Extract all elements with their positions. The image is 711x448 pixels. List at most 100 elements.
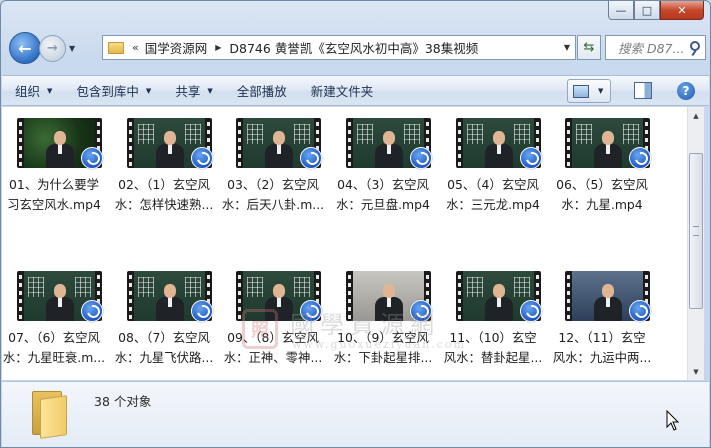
organize-label: 组织: [15, 84, 41, 99]
file-name-line: 08、（7）玄空风: [118, 330, 210, 345]
close-button[interactable]: ✕: [660, 1, 704, 20]
file-name-line: 11、（10）玄空: [449, 330, 537, 345]
minimize-icon: —: [615, 3, 627, 17]
search-icon[interactable]: [690, 41, 700, 51]
file-name-line: 02、（1）玄空风: [118, 177, 210, 192]
file-name: 05、（4）玄空风 水：三元龙.mp4: [441, 175, 545, 215]
scroll-down-icon[interactable]: ▼: [688, 363, 704, 380]
file-name: 01、为什么要学 习玄空风水.mp4: [2, 175, 106, 215]
file-name-line: 水：三元龙.mp4: [446, 197, 540, 212]
file-name-line: 水：下卦起星排...: [333, 350, 433, 365]
media-player-icon: [629, 147, 651, 169]
share-label: 共享: [175, 84, 201, 99]
address-overflow-chevron[interactable]: «: [132, 41, 139, 54]
file-name-line: 水：九星飞伏路...: [114, 350, 214, 365]
file-name: 10、（9）玄空风 水：下卦起星排...: [331, 328, 435, 368]
details-pane: 38 个对象: [2, 381, 709, 447]
file-item[interactable]: 03、（2）玄空风 水：后天八卦.m...: [221, 107, 325, 231]
folder-icon: [32, 391, 68, 439]
file-name-line: 水：元旦盘.mp4: [336, 197, 430, 212]
address-dropdown-icon[interactable]: ▼: [564, 43, 570, 52]
chevron-down-icon[interactable]: ▼: [598, 87, 603, 95]
file-name-line: 水：怎样快速熟...: [114, 197, 214, 212]
file-item[interactable]: 12、（11）玄空 风水：九运中两...: [550, 260, 654, 380]
file-name-line: 04、（3）玄空风: [337, 177, 429, 192]
scroll-up-icon[interactable]: ▲: [688, 107, 704, 124]
file-item[interactable]: 09、（8）玄空风 水：正神、零神...: [221, 260, 325, 380]
organize-menu[interactable]: 组织 ▼: [2, 76, 63, 105]
media-player-icon: [191, 300, 213, 322]
breadcrumb-item[interactable]: D8746 黄誉凯《玄空风水初中高》38集视频: [229, 38, 478, 57]
media-player-icon: [191, 147, 213, 169]
recent-pages-dropdown[interactable]: ▼: [69, 44, 81, 53]
maximize-button[interactable]: □: [634, 1, 660, 20]
media-player-icon: [300, 300, 322, 322]
refresh-icon: ⇆: [583, 40, 595, 55]
new-folder-label: 新建文件夹: [310, 84, 374, 99]
include-in-library-label: 包含到库中: [76, 84, 139, 99]
file-item[interactable]: 06、（5）玄空风 水：九星.mp4: [550, 107, 654, 231]
search-input[interactable]: 搜索 D87...: [605, 35, 706, 60]
breadcrumb-arrow-icon[interactable]: ▶: [215, 43, 221, 52]
media-player-icon: [629, 300, 651, 322]
explorer-window: — □ ✕ ← → ▼ « 国学资源网 ▶ D8746 黄誉凯《玄空风水初中高》…: [0, 0, 711, 448]
forward-button[interactable]: →: [39, 34, 66, 62]
navigation-bar: ← → ▼ « 国学资源网 ▶ D8746 黄誉凯《玄空风水初中高》38集视频 …: [9, 31, 706, 65]
view-icon: [573, 84, 589, 98]
forward-arrow-icon: →: [47, 40, 58, 56]
file-name-line: 水：九星.mp4: [561, 197, 643, 212]
file-name-line: 习玄空风水.mp4: [7, 197, 101, 212]
breadcrumb-item[interactable]: 国学资源网: [145, 38, 208, 57]
file-item[interactable]: 02、（1）玄空风 水：怎样快速熟...: [112, 107, 216, 231]
scrollbar-thumb[interactable]: [689, 153, 703, 309]
file-item[interactable]: 07、（6）玄空风 水：九星旺衰.m...: [2, 260, 106, 380]
preview-pane-icon[interactable]: [634, 82, 652, 99]
file-name-line: 07、（6）玄空风: [8, 330, 100, 345]
refresh-button[interactable]: ⇆: [577, 35, 601, 60]
file-item[interactable]: 08、（7）玄空风 水：九星飞伏路...: [112, 260, 216, 380]
share-menu[interactable]: 共享 ▼: [162, 76, 223, 105]
item-count: 38 个对象: [94, 394, 152, 409]
chevron-down-icon: ▼: [145, 86, 152, 95]
back-button[interactable]: ←: [9, 32, 41, 64]
file-name: 07、（6）玄空风 水：九星旺衰.m...: [2, 328, 106, 368]
vertical-scrollbar[interactable]: ▲ ▼: [687, 107, 704, 380]
new-folder-button[interactable]: 新建文件夹: [298, 76, 385, 105]
play-all-button[interactable]: 全部播放: [224, 76, 298, 105]
media-player-icon: [410, 147, 432, 169]
file-name-line: 10、（9）玄空风: [337, 330, 429, 345]
media-player-icon: [520, 147, 542, 169]
file-name: 09、（8）玄空风 水：正神、零神...: [221, 328, 325, 368]
file-item[interactable]: 01、为什么要学 习玄空风水.mp4: [2, 107, 106, 231]
file-name-line: 01、为什么要学: [8, 177, 100, 192]
file-item[interactable]: 04、（3）玄空风 水：元旦盘.mp4: [331, 107, 435, 231]
file-name-line: 风水：九运中两...: [552, 350, 652, 365]
close-icon: ✕: [677, 3, 687, 17]
media-player-icon: [81, 300, 103, 322]
file-name-line: 风水：替卦起星...: [443, 350, 543, 365]
file-name-line: 05、（4）玄空风: [447, 177, 539, 192]
file-name: 04、（3）玄空风 水：元旦盘.mp4: [331, 175, 435, 215]
file-list[interactable]: 01、为什么要学 习玄空风水.mp4 02、（1）玄空风 水：怎样快速熟... 03、（…: [2, 107, 687, 380]
search-placeholder: 搜索 D87...: [618, 41, 685, 56]
file-item[interactable]: 11、（10）玄空 风水：替卦起星...: [441, 260, 545, 380]
minimize-button[interactable]: —: [608, 1, 634, 20]
help-icon[interactable]: ?: [677, 82, 695, 100]
media-player-icon: [520, 300, 542, 322]
change-view-button[interactable]: ▼: [567, 79, 611, 103]
address-bar[interactable]: « 国学资源网 ▶ D8746 黄誉凯《玄空风水初中高》38集视频 ▼: [102, 35, 576, 60]
media-player-icon: [410, 300, 432, 322]
file-name: 03、（2）玄空风 水：后天八卦.m...: [221, 175, 325, 215]
file-name-line: 水：九星旺衰.m...: [2, 350, 106, 365]
include-in-library-menu[interactable]: 包含到库中 ▼: [63, 76, 162, 105]
file-name-line: 06、（5）玄空风: [556, 177, 648, 192]
media-player-icon: [300, 147, 322, 169]
file-item[interactable]: 05、（4）玄空风 水：三元龙.mp4: [441, 107, 545, 231]
file-name: 02、（1）玄空风 水：怎样快速熟...: [112, 175, 216, 215]
file-name: 12、（11）玄空 风水：九运中两...: [550, 328, 654, 368]
file-name-line: 03、（2）玄空风: [227, 177, 319, 192]
maximize-icon: □: [641, 3, 653, 17]
file-name: 06、（5）玄空风 水：九星.mp4: [550, 175, 654, 215]
file-item[interactable]: 10、（9）玄空风 水：下卦起星排...: [331, 260, 435, 380]
file-name-line: 12、（11）玄空: [558, 330, 646, 345]
